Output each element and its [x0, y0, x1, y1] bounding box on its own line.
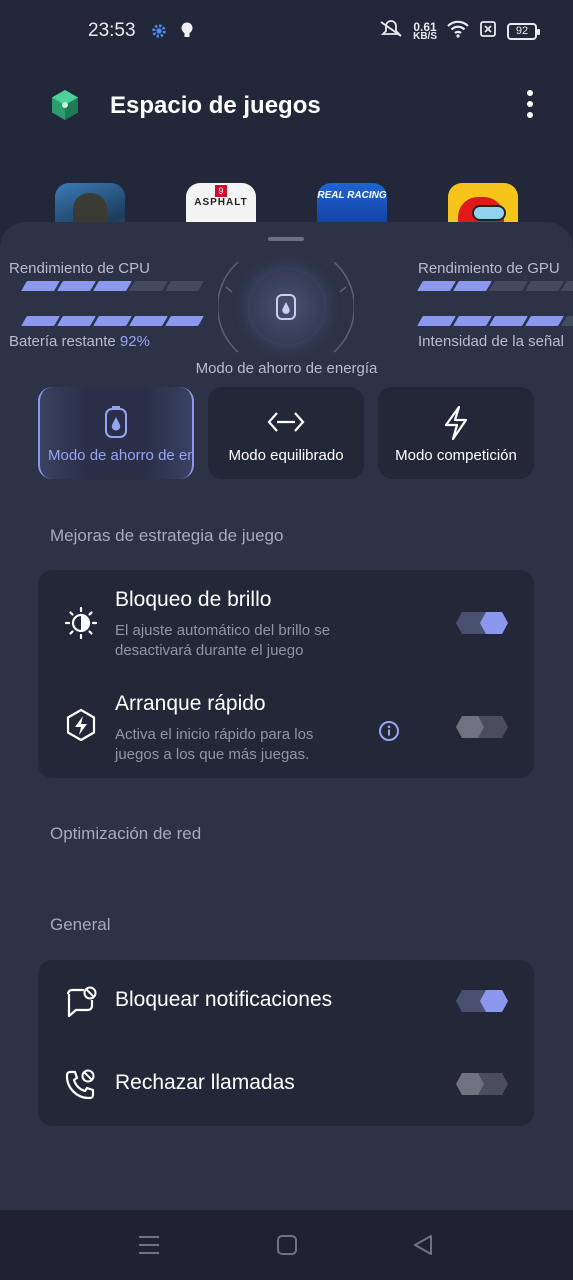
- net-speed-unit: KB/S: [413, 30, 437, 42]
- block-notifications-toggle[interactable]: [456, 990, 508, 1012]
- toggle-knob: [456, 716, 484, 738]
- drag-handle[interactable]: [268, 237, 304, 241]
- mute-icon: [379, 20, 403, 43]
- reject-calls-title: Rechazar llamadas: [115, 1071, 295, 1094]
- section-strategy-title: Mejoras de estrategia de juego: [50, 526, 284, 545]
- cpu-bar-segment: [165, 281, 204, 291]
- bulb-icon: [180, 22, 194, 45]
- brightness-icon: [64, 606, 98, 645]
- battery-bar-segment: [21, 316, 60, 326]
- balanced-icon: [208, 405, 364, 439]
- gpu-bar-segment: [489, 281, 528, 291]
- block-notifications-row[interactable]: Bloquear notificaciones: [38, 960, 534, 1043]
- app-header: Espacio de juegos: [0, 80, 573, 136]
- signal-bar-segment: [525, 316, 564, 326]
- battery-remaining-text: Batería restante: [9, 333, 116, 350]
- signal-bar-segment: [417, 316, 456, 326]
- reject-calls-toggle[interactable]: [456, 1073, 508, 1095]
- gpu-bar-segment: [525, 281, 564, 291]
- status-bar: 23:53 0.61 KB/S 92: [0, 0, 573, 64]
- asphalt-number: 9: [215, 185, 227, 197]
- info-icon[interactable]: [378, 720, 400, 747]
- battery-remaining-label: Batería restante 92%: [9, 333, 150, 350]
- cpu-performance-bars: [21, 281, 204, 291]
- general-settings-group: Bloquear notificaciones Rechazar llamada…: [38, 960, 534, 1126]
- battery-bar-segment: [93, 316, 132, 326]
- sim-off-icon: [479, 20, 497, 43]
- quick-start-toggle[interactable]: [456, 716, 508, 738]
- quick-start-icon: [64, 708, 98, 747]
- battery-remaining-value: 92%: [119, 333, 150, 350]
- cpu-bar-segment: [21, 281, 60, 291]
- mode-competition-button[interactable]: Modo competición: [378, 387, 534, 479]
- asphalt-label: ASPHALT: [194, 197, 248, 208]
- cpu-bar-segment: [129, 281, 168, 291]
- battery-bar-segment: [165, 316, 204, 326]
- clock: 23:53: [88, 20, 136, 41]
- signal-strength-bars: [417, 316, 573, 326]
- game-space-logo-icon: [50, 89, 80, 126]
- gpu-performance-label: Rendimiento de GPU: [418, 260, 560, 277]
- mode-competition-label: Modo competición: [395, 447, 517, 464]
- toggle-knob: [480, 990, 508, 1012]
- back-icon[interactable]: [412, 1234, 434, 1261]
- real-racing-label: REAL RACING: [317, 190, 387, 201]
- section-network-title: Optimización de red: [50, 824, 202, 843]
- quick-start-row[interactable]: Arranque rápido Activa el inicio rápido …: [38, 674, 534, 778]
- brightness-lock-title: Bloqueo de brillo: [115, 588, 272, 611]
- current-mode-caption: Modo de ahorro de energía: [195, 360, 378, 377]
- gpu-performance-bars: [417, 281, 573, 291]
- mode-power-save-label: Modo de ahorro de energía: [48, 447, 192, 464]
- battery-icon: 92: [507, 23, 540, 40]
- mode-power-save-button[interactable]: Modo de ahorro de energía: [38, 387, 194, 479]
- toggle-knob: [456, 1073, 484, 1095]
- reject-calls-icon: [64, 1067, 98, 1106]
- brightness-lock-desc: El ajuste automático del brillo se desac…: [115, 622, 331, 659]
- battery-bar-segment: [129, 316, 168, 326]
- cpu-bar-segment: [93, 281, 132, 291]
- battery-bar-segment: [57, 316, 96, 326]
- home-icon[interactable]: [276, 1234, 298, 1261]
- recent-apps-icon[interactable]: [138, 1234, 160, 1261]
- toggle-knob: [480, 612, 508, 634]
- block-notifications-title: Bloquear notificaciones: [115, 988, 333, 1011]
- block-notifications-icon: [64, 986, 98, 1025]
- signal-bar-segment: [453, 316, 492, 326]
- strategy-settings-group: Bloqueo de brillo El ajuste automático d…: [38, 570, 534, 778]
- net-speed-value: 0.61: [413, 19, 437, 34]
- quick-start-desc: Activa el inicio rápido para los juegos …: [115, 726, 314, 763]
- mode-balanced-button[interactable]: Modo equilibrado: [208, 387, 364, 479]
- game-space-panel: Rendimiento de CPU Batería restante 92% …: [0, 222, 573, 1210]
- battery-level-bars: [21, 316, 204, 326]
- cpu-performance-label: Rendimiento de CPU: [9, 260, 150, 277]
- power-save-icon: [276, 294, 296, 320]
- more-vert-icon[interactable]: [525, 90, 535, 120]
- gpu-bar-segment: [453, 281, 492, 291]
- brightness-lock-toggle[interactable]: [456, 612, 508, 634]
- navigation-bar: [0, 1210, 573, 1280]
- mode-gauge: [218, 252, 354, 362]
- wifi-icon: [447, 20, 469, 43]
- competition-icon: [378, 405, 534, 441]
- gpu-bar-segment: [417, 281, 456, 291]
- settings-gear-icon: [150, 22, 168, 45]
- section-general-title: General: [50, 915, 111, 934]
- brightness-lock-row[interactable]: Bloqueo de brillo El ajuste automático d…: [38, 570, 534, 674]
- cpu-bar-segment: [57, 281, 96, 291]
- power-save-icon: [40, 405, 192, 439]
- quick-start-title: Arranque rápido: [115, 692, 266, 715]
- net-speed: 0.61 KB/S: [413, 19, 437, 42]
- mode-balanced-label: Modo equilibrado: [228, 447, 344, 464]
- reject-calls-row[interactable]: Rechazar llamadas: [38, 1043, 534, 1126]
- page-title: Espacio de juegos: [110, 92, 321, 119]
- signal-strength-label: Intensidad de la señal: [418, 333, 564, 350]
- signal-bar-segment: [489, 316, 528, 326]
